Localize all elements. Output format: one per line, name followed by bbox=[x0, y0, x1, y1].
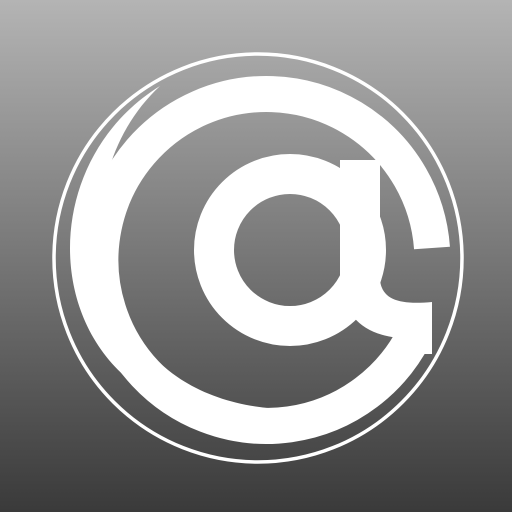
at-sign-icon bbox=[0, 0, 512, 512]
app-icon[interactable] bbox=[0, 0, 512, 512]
